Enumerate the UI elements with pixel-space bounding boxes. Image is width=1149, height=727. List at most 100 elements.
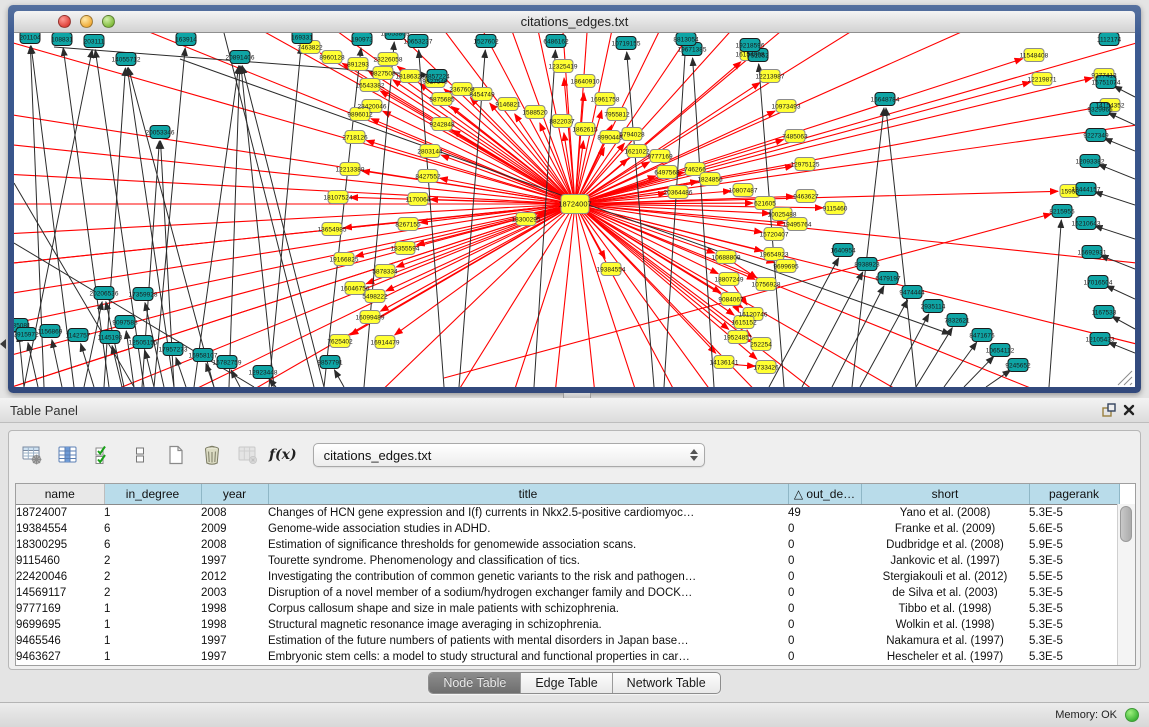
table-cell[interactable]: 5.3E-5 <box>1029 553 1119 569</box>
table-cell[interactable]: 5.6E-5 <box>1029 521 1119 537</box>
table-cell[interactable]: 1997 <box>201 633 268 649</box>
table-cell[interactable]: Structural magnetic resonance image aver… <box>268 617 788 633</box>
tab-node-table[interactable]: Node Table <box>429 673 521 693</box>
table-row[interactable]: 969969511998Structural magnetic resonanc… <box>16 617 1119 633</box>
delete-table-button[interactable] <box>197 440 227 470</box>
zoom-window-button[interactable] <box>102 15 115 28</box>
table-cell[interactable]: 0 <box>788 601 861 617</box>
table-cell[interactable]: 1997 <box>201 649 268 665</box>
table-cell[interactable]: 0 <box>788 617 861 633</box>
close-panel-icon[interactable] <box>1119 401 1139 419</box>
table-cell[interactable]: 19384554 <box>16 521 104 537</box>
table-cell[interactable]: Stergiakouli et al. (2012) <box>861 569 1029 585</box>
table-cell[interactable]: 18724007 <box>16 505 104 522</box>
show-columns-button[interactable] <box>53 440 83 470</box>
function-builder-button[interactable]: f(x) <box>269 447 297 463</box>
table-cell[interactable]: 1998 <box>201 601 268 617</box>
table-cell[interactable]: Genome-wide association studies in ADHD. <box>268 521 788 537</box>
table-cell[interactable]: de Silva et al. (2003) <box>861 585 1029 601</box>
splitter-arrow-left[interactable] <box>0 339 6 349</box>
table-row[interactable]: 1872400712008Changes of HCN gene express… <box>16 505 1119 522</box>
table-row[interactable]: 1830029562008Estimation of significance … <box>16 537 1119 553</box>
memory-status-indicator[interactable] <box>1125 708 1139 722</box>
table-cell[interactable]: 5.3E-5 <box>1029 585 1119 601</box>
table-cell[interactable]: 2008 <box>201 537 268 553</box>
network-window[interactable]: citations_edges.txt 18724007746382289601… <box>8 5 1141 393</box>
column-header-title[interactable]: title <box>268 484 788 505</box>
merge-rows-button[interactable] <box>125 440 155 470</box>
table-settings-button[interactable] <box>17 440 47 470</box>
table-cell[interactable]: 0 <box>788 585 861 601</box>
table-cell[interactable]: 0 <box>788 649 861 665</box>
float-panel-icon[interactable] <box>1099 401 1119 419</box>
table-cell[interactable]: 9463627 <box>16 649 104 665</box>
table-cell[interactable]: 14569117 <box>16 585 104 601</box>
table-cell[interactable]: 9777169 <box>16 601 104 617</box>
table-cell[interactable]: Disruption of a novel member of a sodium… <box>268 585 788 601</box>
table-cell[interactable]: 0 <box>788 633 861 649</box>
table-cell[interactable]: 2 <box>104 553 201 569</box>
table-cell[interactable]: Estimation of significance thresholds fo… <box>268 537 788 553</box>
column-header-short[interactable]: short <box>861 484 1029 505</box>
table-cell[interactable]: 5.3E-5 <box>1029 633 1119 649</box>
create-table-button[interactable] <box>161 440 191 470</box>
table-cell[interactable]: 1 <box>104 601 201 617</box>
minimize-window-button[interactable] <box>80 15 93 28</box>
table-cell[interactable]: 1 <box>104 633 201 649</box>
table-cell[interactable]: Estimation of the future numbers of pati… <box>268 633 788 649</box>
table-cell[interactable]: 0 <box>788 569 861 585</box>
select-columns-button[interactable] <box>89 440 119 470</box>
table-cell[interactable]: 5.3E-5 <box>1029 601 1119 617</box>
table-cell[interactable]: 1998 <box>201 617 268 633</box>
table-cell[interactable]: 18300295 <box>16 537 104 553</box>
table-cell[interactable]: Corpus callosum shape and size in male p… <box>268 601 788 617</box>
column-header-name[interactable]: name <box>16 484 104 505</box>
close-window-button[interactable] <box>58 15 71 28</box>
table-cell[interactable]: Nakamura et al. (1997) <box>861 633 1029 649</box>
table-select-dropdown[interactable]: citations_edges.txt <box>313 443 705 467</box>
table-cell[interactable]: 5.3E-5 <box>1029 617 1119 633</box>
table-row[interactable]: 1456911722003Disruption of a novel membe… <box>16 585 1119 601</box>
table-cell[interactable]: 0 <box>788 553 861 569</box>
table-row[interactable]: 911546021997Tourette syndrome. Phenomeno… <box>16 553 1119 569</box>
table-cell[interactable]: 5.3E-5 <box>1029 649 1119 665</box>
table-cell[interactable]: 49 <box>788 505 861 522</box>
table-cell[interactable]: 1 <box>104 617 201 633</box>
column-header-out_de[interactable]: △ out_de… <box>788 484 861 505</box>
table-cell[interactable]: 2003 <box>201 585 268 601</box>
table-cell[interactable]: Embryonic stem cells: a model to study s… <box>268 649 788 665</box>
table-cell[interactable]: 1997 <box>201 553 268 569</box>
table-cell[interactable]: Tourette syndrome. Phenomenology and cla… <box>268 553 788 569</box>
table-cell[interactable]: Investigating the contribution of common… <box>268 569 788 585</box>
table-cell[interactable]: 0 <box>788 537 861 553</box>
table-cell[interactable]: Hescheler et al. (1997) <box>861 649 1029 665</box>
table-cell[interactable]: 2012 <box>201 569 268 585</box>
window-titlebar[interactable]: citations_edges.txt <box>14 11 1135 33</box>
table-scrollbar-thumb[interactable] <box>1120 506 1132 542</box>
table-cell[interactable]: 1 <box>104 505 201 522</box>
table-cell[interactable]: Yano et al. (2008) <box>861 505 1029 522</box>
table-cell[interactable]: 2 <box>104 585 201 601</box>
table-row[interactable]: 1938455462009Genome-wide association stu… <box>16 521 1119 537</box>
table-row[interactable]: 977716911998Corpus callosum shape and si… <box>16 601 1119 617</box>
resize-grip-icon[interactable] <box>1118 371 1132 385</box>
table-cell[interactable]: 1 <box>104 649 201 665</box>
table-cell[interactable]: Wolkin et al. (1998) <box>861 617 1029 633</box>
table-cell[interactable]: Changes of HCN gene expression and I(f) … <box>268 505 788 522</box>
table-row[interactable]: 946554611997Estimation of the future num… <box>16 633 1119 649</box>
tab-edge-table[interactable]: Edge Table <box>521 673 612 693</box>
table-row[interactable]: 2242004622012Investigating the contribut… <box>16 569 1119 585</box>
table-cell[interactable]: 0 <box>788 521 861 537</box>
delete-column-button[interactable] <box>233 440 263 470</box>
table-cell[interactable]: 2008 <box>201 505 268 522</box>
table-cell[interactable]: Franke et al. (2009) <box>861 521 1029 537</box>
table-cell[interactable]: 5.9E-5 <box>1029 537 1119 553</box>
column-header-year[interactable]: year <box>201 484 268 505</box>
table-scrollbar[interactable] <box>1117 504 1135 666</box>
tab-network-table[interactable]: Network Table <box>613 673 720 693</box>
network-canvas[interactable]: 1872400774638228960128891293232260589827… <box>14 33 1135 387</box>
table-cell[interactable]: Jankovic et al. (1997) <box>861 553 1029 569</box>
table-cell[interactable]: 2009 <box>201 521 268 537</box>
table-cell[interactable]: 22420046 <box>16 569 104 585</box>
table-cell[interactable]: 9115460 <box>16 553 104 569</box>
